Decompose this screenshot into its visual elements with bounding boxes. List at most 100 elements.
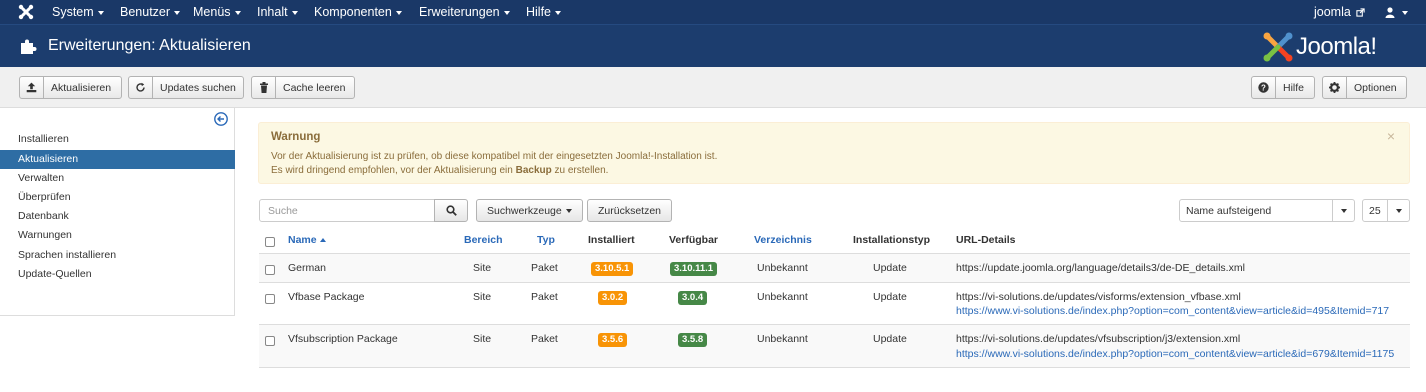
- brand-name: Joomla!: [1296, 33, 1377, 60]
- purge-cache-button[interactable]: Cache leeren: [251, 76, 355, 99]
- alert-line-1: Vor der Aktualisierung ist zu prüfen, ob…: [271, 151, 718, 162]
- install-type: Update: [873, 291, 907, 303]
- extension-name: Vfsubscription Package: [288, 333, 398, 345]
- installed-version-badge: 3.0.2: [598, 291, 628, 305]
- trash-icon: [252, 77, 276, 98]
- menu-help[interactable]: Hilfe: [526, 5, 562, 19]
- sidebar-item-languages[interactable]: Sprachen installieren: [0, 246, 235, 265]
- svg-text:?: ?: [1261, 84, 1266, 93]
- close-icon[interactable]: ×: [1387, 128, 1395, 144]
- available-version-badge: 3.0.4: [678, 291, 708, 305]
- limit-select[interactable]: 25: [1362, 199, 1410, 222]
- info-link[interactable]: https://www.vi-solutions.de/index.php?op…: [956, 348, 1394, 360]
- chevron-down-icon: [555, 10, 562, 15]
- chevron-down-icon: [97, 10, 104, 15]
- column-location[interactable]: Bereich: [464, 234, 503, 246]
- search-input[interactable]: Suche: [259, 199, 435, 222]
- sidebar-item-update[interactable]: Aktualisieren: [0, 150, 235, 169]
- page-title: Erweiterungen: Aktualisieren: [48, 37, 251, 54]
- upload-icon: [20, 77, 44, 98]
- column-name[interactable]: Name: [288, 234, 326, 246]
- extension-name: Vfbase Package: [288, 291, 365, 303]
- chevron-down-icon: [1402, 10, 1409, 15]
- row-checkbox[interactable]: [265, 336, 275, 346]
- row-divider: [259, 282, 1410, 283]
- installed-version-badge: 3.5.6: [598, 333, 628, 347]
- external-link-icon: [1356, 8, 1365, 17]
- extension-location: Site: [473, 291, 492, 303]
- sidebar-item-update-sites[interactable]: Update-Quellen: [0, 265, 235, 284]
- available-version-badge: 3.10.11.1: [670, 262, 718, 276]
- menu-menus[interactable]: Menüs: [193, 5, 241, 19]
- column-folder[interactable]: Verzeichnis: [754, 234, 812, 246]
- options-button[interactable]: Optionen: [1322, 76, 1407, 99]
- help-button[interactable]: ? Hilfe: [1251, 76, 1315, 99]
- chevron-down-icon: [395, 10, 402, 15]
- sidebar: Installieren Aktualisieren Verwalten Übe…: [0, 108, 235, 316]
- extension-folder: Unbekannt: [757, 333, 808, 345]
- menu-system[interactable]: System: [52, 5, 104, 19]
- table-row: [259, 325, 1410, 367]
- menu-users[interactable]: Benutzer: [120, 5, 181, 19]
- sidebar-item-database[interactable]: Datenbank: [0, 207, 235, 226]
- joomla-logo-icon[interactable]: [18, 4, 34, 20]
- chevron-down-icon: [234, 10, 241, 15]
- gear-icon: [1323, 77, 1347, 98]
- extension-name: German: [288, 262, 326, 274]
- column-available: Verfügbar: [669, 234, 719, 246]
- row-divider: [259, 367, 1410, 368]
- extension-folder: Unbekannt: [757, 262, 808, 274]
- toolbar: Aktualisieren Updates suchen Cache leere…: [0, 67, 1426, 108]
- available-version-badge: 3.5.8: [678, 333, 708, 347]
- top-navbar: System Benutzer Menüs Inhalt Komponenten…: [0, 0, 1426, 24]
- collapse-sidebar-icon[interactable]: [214, 112, 228, 126]
- extension-location: Site: [473, 262, 492, 274]
- column-installed: Installiert: [588, 234, 635, 246]
- select-all-checkbox[interactable]: [265, 237, 275, 247]
- chevron-down-icon: [503, 10, 510, 15]
- sort-ascending-icon: [319, 238, 326, 243]
- page-header: Erweiterungen: Aktualisieren Joomla!: [0, 24, 1426, 67]
- sidebar-item-install[interactable]: Installieren: [0, 130, 235, 149]
- chevron-down-icon: [1340, 208, 1347, 213]
- info-link[interactable]: https://www.vi-solutions.de/index.php?op…: [956, 305, 1389, 317]
- refresh-icon: [129, 77, 153, 98]
- sidebar-item-manage[interactable]: Verwalten: [0, 169, 235, 188]
- row-checkbox[interactable]: [265, 265, 275, 275]
- reset-button[interactable]: Zurücksetzen: [587, 199, 673, 222]
- extension-folder: Unbekannt: [757, 291, 808, 303]
- user-menu[interactable]: [1385, 5, 1409, 19]
- chevron-down-icon: [174, 10, 181, 15]
- alert-heading: Warnung: [271, 131, 321, 143]
- site-link[interactable]: joomla: [1314, 5, 1365, 19]
- update-url: https://update.joomla.org/language/detai…: [956, 262, 1245, 274]
- row-checkbox[interactable]: [265, 294, 275, 304]
- menu-content[interactable]: Inhalt: [257, 5, 298, 19]
- search-icon: [445, 205, 457, 216]
- chevron-down-icon: [1395, 208, 1402, 213]
- search-button[interactable]: [434, 199, 468, 222]
- update-url: https://vi-solutions.de/updates/visforms…: [956, 291, 1241, 303]
- column-install-type: Installationstyp: [853, 234, 931, 246]
- update-button[interactable]: Aktualisieren: [19, 76, 122, 99]
- install-type: Update: [873, 333, 907, 345]
- sidebar-item-warnings[interactable]: Warnungen: [0, 226, 235, 245]
- user-icon: [1385, 7, 1395, 19]
- menu-components[interactable]: Komponenten: [314, 5, 402, 19]
- find-updates-button[interactable]: Updates suchen: [128, 76, 244, 99]
- alert-line-2: Es wird dringend empfohlen, vor der Aktu…: [271, 165, 609, 176]
- joomla-brand-logo: [1263, 32, 1293, 62]
- sidebar-item-discover[interactable]: Überprüfen: [0, 188, 235, 207]
- extension-type: Paket: [531, 291, 558, 303]
- search-tools-button[interactable]: Suchwerkzeuge: [476, 199, 583, 222]
- chevron-down-icon: [291, 10, 298, 15]
- extension-type: Paket: [531, 333, 558, 345]
- install-type: Update: [873, 262, 907, 274]
- question-icon: ?: [1252, 77, 1276, 98]
- ordering-select[interactable]: Name aufsteigend: [1179, 199, 1355, 222]
- chevron-down-icon: [565, 209, 572, 214]
- menu-extensions[interactable]: Erweiterungen: [419, 5, 510, 19]
- column-type[interactable]: Typ: [537, 234, 555, 246]
- update-url: https://vi-solutions.de/updates/vfsubscr…: [956, 333, 1241, 345]
- installed-version-badge: 3.10.5.1: [591, 262, 634, 276]
